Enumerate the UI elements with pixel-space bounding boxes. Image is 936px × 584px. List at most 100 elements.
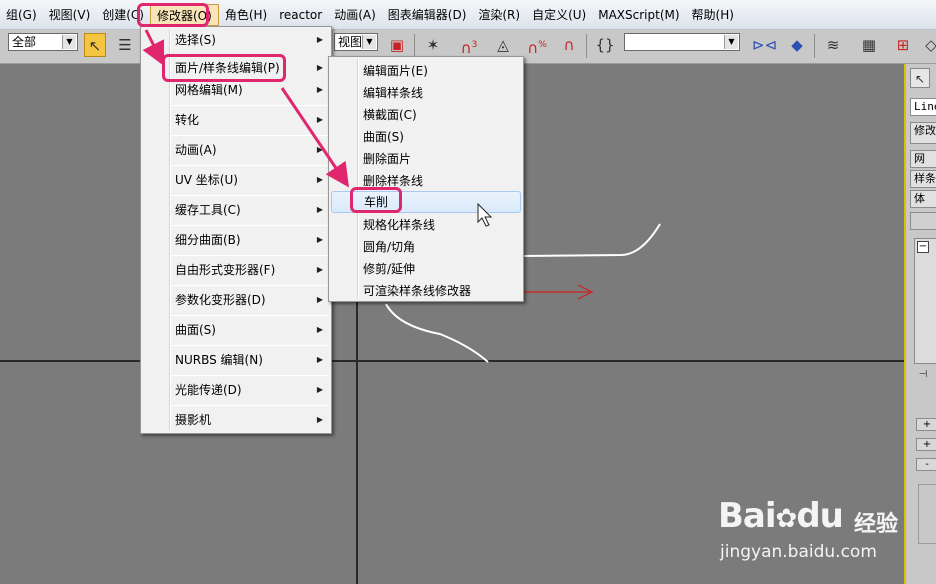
schematic-view-icon[interactable]: ⊞: [892, 33, 914, 57]
menu-separator: [171, 375, 328, 376]
menu-item-renderable-spline[interactable]: 可渲染样条线修改器: [331, 280, 521, 302]
menu-item-label: 转化: [175, 113, 200, 127]
menu-item-label: 参数化变形器(D): [175, 293, 266, 307]
menu-item-cross-section[interactable]: 横截面(C): [331, 104, 521, 126]
submenu-arrow-icon: ▶: [316, 145, 323, 154]
edit-named-selection-icon[interactable]: {}: [594, 33, 616, 57]
reference-coordinate-value: 视图: [338, 35, 363, 49]
submenu-arrow-icon: ▶: [316, 85, 323, 94]
menu-view[interactable]: 视图(V): [43, 4, 97, 26]
menu-reactor[interactable]: reactor: [273, 4, 328, 26]
menu-separator: [171, 165, 328, 166]
watermark-logo: Bai✿du: [718, 496, 844, 536]
submenu-arrow-icon: ▶: [316, 415, 323, 424]
menu-item-label: 光能传递(D): [175, 383, 242, 397]
align-icon[interactable]: ◆: [786, 33, 808, 57]
percent-snap-icon[interactable]: ∩%: [526, 33, 548, 57]
menu-rendering[interactable]: 渲染(R): [472, 4, 526, 26]
pivot-center-icon[interactable]: ▣: [386, 33, 408, 57]
menu-customize[interactable]: 自定义(U): [526, 4, 592, 26]
menu-item-edit-spline[interactable]: 编辑样条线: [331, 82, 521, 104]
baidu-watermark: Bai✿du 经验 jingyan.baidu.com: [718, 488, 928, 578]
menu-help[interactable]: 帮助(H): [686, 4, 740, 26]
menu-item-parametric-deformers[interactable]: 参数化变形器(D) ▶: [143, 289, 329, 311]
snap-toggle-icon[interactable]: ∩3: [458, 33, 480, 57]
quick-button-mesh[interactable]: 网: [910, 150, 936, 168]
menu-item-animation[interactable]: 动画(A) ▶: [143, 139, 329, 161]
menu-separator: [171, 135, 328, 136]
menu-item-selection[interactable]: 选择(S) ▶: [143, 29, 329, 51]
pin-stack-icon[interactable]: ⊣: [912, 368, 934, 382]
material-editor-icon[interactable]: ◇: [920, 33, 936, 57]
menu-item-nurbs-editing[interactable]: NURBS 编辑(N) ▶: [143, 349, 329, 371]
menu-item-cameras[interactable]: 摄影机 ▶: [143, 409, 329, 431]
rollout-expand-button[interactable]: +: [916, 418, 936, 431]
menu-item-label: 曲面(S): [175, 323, 216, 337]
toolbar-separator: [814, 34, 815, 58]
toolbar-separator: [414, 34, 415, 58]
menu-separator: [171, 345, 328, 346]
create-tab-icon[interactable]: ↖: [910, 68, 930, 88]
submenu-arrow-icon: ▶: [316, 175, 323, 184]
menu-item-edit-patch[interactable]: 编辑面片(E): [331, 60, 521, 82]
quick-button-volume[interactable]: 体: [910, 190, 936, 208]
menu-item-trim-extend[interactable]: 修剪/延伸: [331, 258, 521, 280]
quick-button-spline[interactable]: 样条: [910, 170, 936, 188]
menu-item-label: 选择(S): [175, 33, 216, 47]
menu-item-mesh-editing[interactable]: 网格编辑(M) ▶: [143, 79, 329, 101]
modifier-stack-list[interactable]: −: [914, 238, 936, 364]
selection-filter-dropdown[interactable]: 全部 ▼: [8, 33, 78, 51]
mirror-icon[interactable]: ⊳⊲: [752, 33, 777, 57]
menu-item-subdivision-surfaces[interactable]: 细分曲面(B) ▶: [143, 229, 329, 251]
menu-item-normalize-spline[interactable]: 规格化样条线: [331, 214, 521, 236]
angle-snap-icon[interactable]: ◬: [492, 33, 514, 57]
percent-snap-label: %: [538, 40, 547, 50]
menu-graph-editors[interactable]: 图表编辑器(D): [382, 4, 473, 26]
submenu-arrow-icon: ▶: [316, 115, 323, 124]
submenu-arrow-icon: ▶: [316, 355, 323, 364]
menu-group[interactable]: 组(G): [0, 4, 43, 26]
rollout-collapse-button[interactable]: -: [916, 458, 936, 471]
manipulate-icon[interactable]: ✶: [422, 33, 444, 57]
menu-separator: [171, 225, 328, 226]
reference-coordinate-dropdown[interactable]: 视图 ▼: [334, 33, 378, 51]
chevron-down-icon: ▼: [362, 35, 376, 49]
snap-mode-label: 3: [471, 40, 478, 50]
menu-item-surface[interactable]: 曲面(S) ▶: [143, 319, 329, 341]
rollout-expand-button[interactable]: +: [916, 438, 936, 451]
modifier-list-dropdown[interactable]: 修改: [910, 122, 936, 144]
menu-item-cache-tools[interactable]: 缓存工具(C) ▶: [143, 199, 329, 221]
watermark-brand: Bai: [718, 496, 777, 536]
submenu-arrow-icon: ▶: [316, 325, 323, 334]
menu-separator: [171, 255, 328, 256]
curve-editor-icon[interactable]: ▦: [858, 33, 880, 57]
menu-item-fillet-chamfer[interactable]: 圆角/切角: [331, 236, 521, 258]
layer-manager-icon[interactable]: ≋: [822, 33, 844, 57]
menu-item-label: 自由形式变形器(F): [175, 263, 276, 277]
named-selection-sets-dropdown[interactable]: ▼: [624, 33, 740, 51]
menu-separator: [171, 285, 328, 286]
menu-item-uv-coordinates[interactable]: UV 坐标(U) ▶: [143, 169, 329, 191]
menu-animation[interactable]: 动画(A): [328, 4, 382, 26]
menu-item-free-form-deformers[interactable]: 自由形式变形器(F) ▶: [143, 259, 329, 281]
select-by-name-icon[interactable]: ☰: [114, 33, 136, 57]
spinner-snap-icon[interactable]: ∩: [558, 33, 580, 57]
spline-line: [385, 303, 489, 363]
menu-item-surface[interactable]: 曲面(S): [331, 126, 521, 148]
watermark-brand-suffix: du: [796, 496, 844, 536]
submenu-arrow-icon: ▶: [316, 63, 323, 72]
select-object-icon[interactable]: ↖: [84, 33, 106, 57]
toolbar-separator: [586, 34, 587, 58]
object-name-field[interactable]: Line: [910, 98, 936, 116]
menu-item-delete-patch[interactable]: 删除面片: [331, 148, 521, 170]
menu-separator: [171, 195, 328, 196]
menu-item-label: 细分曲面(B): [175, 233, 241, 247]
menu-character[interactable]: 角色(H): [219, 4, 273, 26]
menu-item-label: NURBS 编辑(N): [175, 353, 263, 367]
stack-collapse-icon[interactable]: −: [917, 241, 929, 253]
menu-item-radiosity[interactable]: 光能传递(D) ▶: [143, 379, 329, 401]
patch-spline-submenu: 编辑面片(E) 编辑样条线 横截面(C) 曲面(S) 删除面片 删除样条线 车削…: [328, 56, 524, 302]
menu-maxscript[interactable]: MAXScript(M): [592, 4, 685, 26]
paw-icon: ✿: [775, 504, 798, 534]
menu-item-conversion[interactable]: 转化 ▶: [143, 109, 329, 131]
